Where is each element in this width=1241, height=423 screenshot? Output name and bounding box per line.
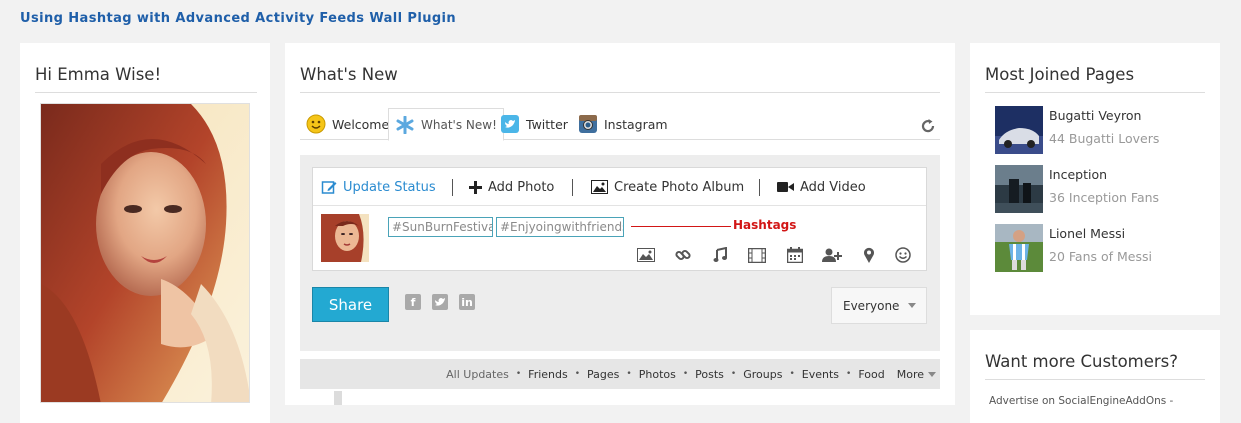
twitter-share-icon[interactable] (432, 294, 448, 310)
tab-welcome[interactable]: Welcome (300, 108, 395, 140)
filter-groups[interactable]: Groups (743, 368, 782, 381)
profile-greeting: Hi Emma Wise! (35, 65, 257, 93)
location-pin-icon[interactable] (858, 244, 880, 266)
facebook-icon[interactable]: f (405, 294, 421, 310)
avatar (321, 214, 369, 262)
hashtag-token[interactable]: #SunBurnFestival (388, 217, 493, 237)
video-camera-icon (777, 181, 794, 193)
list-item[interactable]: Inception 36 Inception Fans (995, 163, 1205, 213)
status-composer: Update Status Add Photo Create Photo Alb… (312, 167, 927, 271)
more-filters-button[interactable]: More (897, 368, 936, 381)
emoticon-icon[interactable] (892, 244, 914, 266)
feed-tabs: Welcome What's New! Twitter Instagram (300, 108, 940, 141)
feed-start-marker (334, 391, 342, 405)
ads-title: Want more Customers? (985, 352, 1205, 380)
instagram-icon (578, 114, 598, 134)
edit-icon (321, 179, 337, 195)
update-status-label: Update Status (343, 179, 436, 195)
page-title: Using Hashtag with Advanced Activity Fee… (20, 11, 457, 26)
list-item[interactable]: Bugatti Veyron 44 Bugatti Lovers (995, 104, 1205, 154)
image-icon (591, 180, 608, 194)
tab-instagram[interactable]: Instagram (572, 108, 674, 140)
filter-pages[interactable]: Pages (587, 368, 619, 381)
toolbar-divider (759, 179, 760, 196)
hashtag-token[interactable]: #Enjyoingwithfriends (496, 217, 624, 237)
page-name: Inception (1049, 167, 1108, 182)
most-joined-pages-panel: Most Joined Pages Bugatti Veyron 44 Buga… (970, 43, 1220, 315)
tab-whats-new[interactable]: What's New! (388, 108, 504, 141)
link-icon[interactable] (672, 244, 694, 266)
toolbar-divider (452, 179, 453, 196)
privacy-value: Everyone (843, 298, 900, 313)
calendar-icon[interactable] (784, 244, 806, 266)
linkedin-icon[interactable]: in (459, 294, 475, 310)
list-item[interactable]: Lionel Messi 20 Fans of Messi (995, 222, 1205, 272)
create-photo-album-button[interactable]: Create Photo Album (591, 168, 744, 206)
filter-food[interactable]: Food (858, 368, 884, 381)
share-button[interactable]: Share (312, 287, 389, 322)
tab-label: Welcome (332, 116, 390, 132)
tab-label: Instagram (604, 116, 668, 132)
filter-friends[interactable]: Friends (528, 368, 568, 381)
page-name: Bugatti Veyron (1049, 108, 1142, 123)
add-video-label: Add Video (800, 179, 866, 195)
asterisk-icon (395, 115, 415, 135)
filter-photos[interactable]: Photos (639, 368, 676, 381)
filter-all-updates[interactable]: All Updates (446, 368, 509, 381)
smiley-icon (306, 114, 326, 134)
tab-twitter[interactable]: Twitter (494, 108, 574, 140)
chevron-down-icon (928, 371, 936, 377)
page-fan-count: 36 Inception Fans (1049, 190, 1160, 205)
composer-toolbar: Update Status Add Photo Create Photo Alb… (313, 168, 926, 206)
page-thumbnail (995, 106, 1043, 154)
filter-events[interactable]: Events (802, 368, 839, 381)
twitter-icon (500, 114, 520, 134)
music-icon[interactable] (709, 244, 731, 266)
tab-label: What's New! (421, 117, 497, 132)
privacy-select[interactable]: Everyone (831, 287, 927, 324)
add-video-button[interactable]: Add Video (777, 168, 866, 206)
page-name: Lionel Messi (1049, 226, 1126, 241)
panel-title-whats-new: What's New (300, 65, 940, 93)
toolbar-divider (572, 179, 573, 196)
tag-friend-icon[interactable] (821, 244, 843, 266)
create-photo-album-label: Create Photo Album (614, 179, 745, 195)
update-status-button[interactable]: Update Status (321, 168, 436, 206)
tab-label: Twitter (526, 116, 568, 132)
attachment-icons (635, 244, 925, 266)
annotation-line (631, 226, 731, 227)
page-thumbnail (995, 224, 1043, 272)
add-photo-label: Add Photo (488, 179, 555, 195)
page-fan-count: 20 Fans of Messi (1049, 249, 1152, 264)
most-joined-pages-title: Most Joined Pages (985, 65, 1205, 93)
film-icon[interactable] (746, 244, 768, 266)
whats-new-panel: What's New Welcome What's New! Twitter I… (285, 43, 955, 405)
plus-icon (469, 180, 482, 194)
add-photo-button[interactable]: Add Photo (469, 168, 554, 206)
page-thumbnail (995, 165, 1043, 213)
refresh-icon[interactable] (920, 118, 936, 134)
advertise-link[interactable]: Advertise on SocialEngineAddOns - (989, 395, 1173, 407)
ads-panel: Want more Customers? Advertise on Social… (970, 330, 1220, 423)
photo-attach-icon[interactable] (635, 244, 657, 266)
filter-posts[interactable]: Posts (695, 368, 724, 381)
chevron-down-icon (908, 303, 916, 308)
more-label: More (896, 367, 924, 381)
page-fan-count: 44 Bugatti Lovers (1049, 131, 1160, 146)
hashtags-annotation: Hashtags (733, 218, 797, 232)
profile-photo[interactable] (40, 103, 250, 403)
composer-area: Update Status Add Photo Create Photo Alb… (300, 155, 940, 351)
feed-filter-bar: All Updates • Friends • Pages • Photos •… (300, 359, 940, 389)
